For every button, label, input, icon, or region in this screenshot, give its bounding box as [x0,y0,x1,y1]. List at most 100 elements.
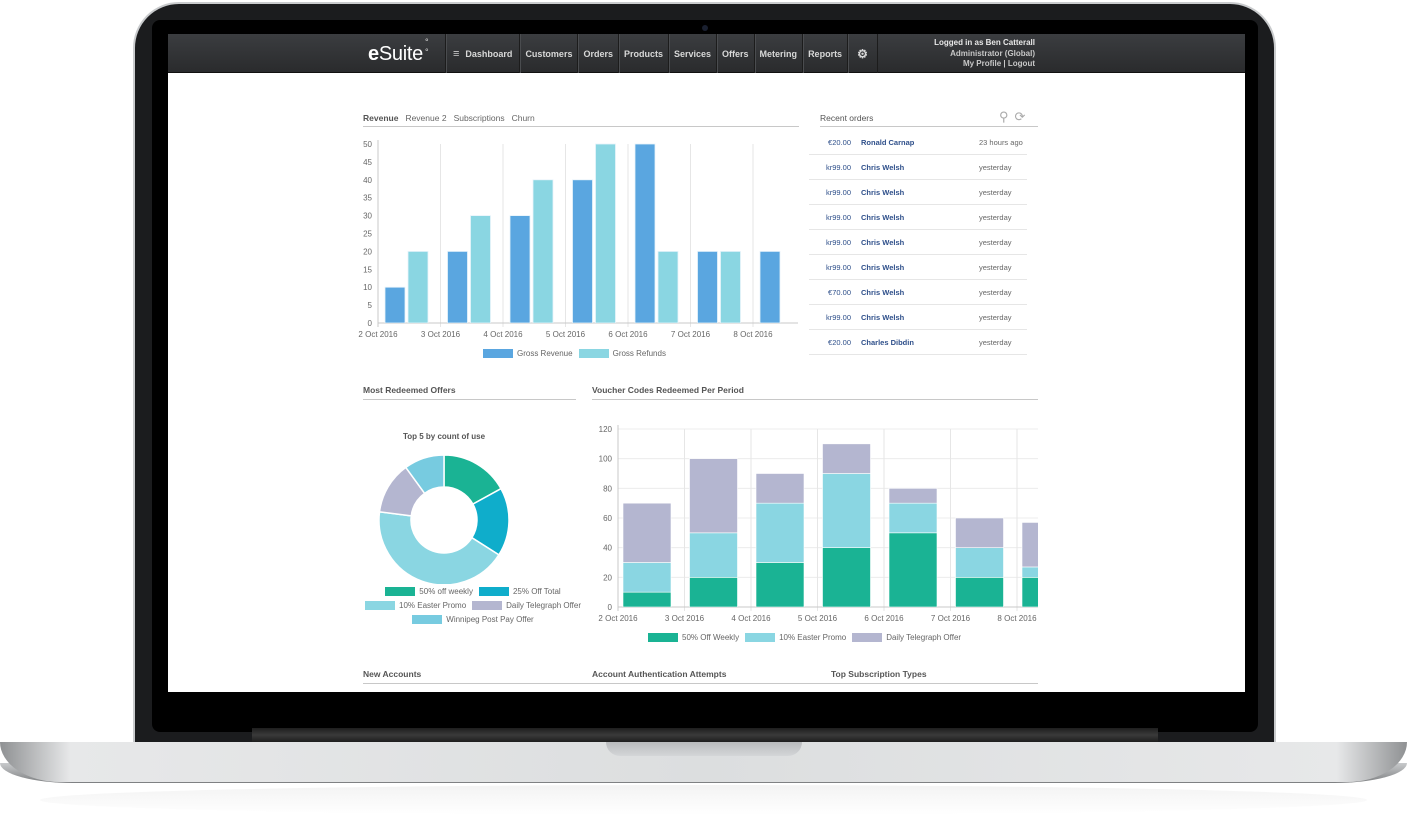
order-customer-link[interactable]: Chris Welsh [851,263,979,272]
tab-churn[interactable]: Churn [512,113,535,123]
order-amount: €20.00 [828,137,851,147]
user-name: Ben Catterall [985,38,1035,47]
order-customer-link[interactable]: Ronald Carnap [851,138,979,147]
order-time: yesterday [979,237,1012,247]
x-tick-label: 8 Oct 2016 [733,330,773,339]
order-customer-link[interactable]: Chris Welsh [851,288,979,297]
order-amount: €20.00 [828,337,851,347]
x-tick-label: 4 Oct 2016 [731,614,771,623]
bar-10-easter-promo [1021,566,1038,578]
legend-item-daily-telegraph-offer[interactable]: Daily Telegraph Offer [852,633,961,642]
y-tick-label: 30 [363,212,372,221]
nav-item-services[interactable]: Services [667,34,716,73]
legend-label: Gross Revenue [517,349,573,358]
order-customer-link[interactable]: Chris Welsh [851,238,979,247]
order-amount: kr99.00 [825,212,851,222]
order-row[interactable]: €20.00 Ronald Carnap 23 hours ago [809,130,1027,155]
bar-10-easter-promo [822,473,871,548]
legend-label: 50% Off Weekly [682,633,740,642]
order-customer-link[interactable]: Chris Welsh [851,313,979,322]
legend-item-gross-refunds[interactable]: Gross Refunds [578,349,666,358]
y-tick-label: 45 [363,158,372,167]
order-row[interactable]: kr99.00 Chris Welsh yesterday [809,205,1027,230]
recent-orders-list: €20.00 Ronald Carnap 23 hours ago kr99.00 Ch… [809,130,1027,355]
legend-swatch [478,587,509,596]
order-customer-link[interactable]: Chris Welsh [851,188,979,197]
logout-link[interactable]: Logout [1008,59,1035,68]
bar-50-off-weekly [955,577,1004,607]
bar-gross-refunds [595,143,616,323]
legend-swatch [385,587,416,596]
tab-subscriptions[interactable]: Subscriptions [454,113,505,123]
legend-item-50-off-weekly[interactable]: 50% off weekly [385,587,473,596]
x-tick-label: 3 Oct 2016 [665,614,705,623]
main-nav: ≡ Dashboard Customers Orders Products Service… [445,34,878,73]
order-row[interactable]: kr99.00 Chris Welsh yesterday [809,155,1027,180]
hamburger-icon: ≡ [453,47,460,60]
my-profile-link[interactable]: My Profile [963,59,1001,68]
legend-item-winnipeg-post-pay-offer[interactable]: Winnipeg Post Pay Offer [412,615,534,624]
recent-orders-title: Recent orders [820,113,874,123]
order-time: yesterday [979,162,1012,172]
voucher-codes-divider [592,399,1038,400]
bars [622,443,1038,607]
esuite-logo[interactable]: eSuite °° [368,37,428,66]
nav-item-dashboard[interactable]: ≡ Dashboard [445,34,519,73]
legend-item-gross-revenue[interactable]: Gross Revenue [483,349,573,358]
legend-swatch [745,633,776,642]
nav-label: Reports [808,48,843,59]
legend-item-50-off-weekly[interactable]: 50% Off Weekly [648,633,739,642]
legend-label: 10% Easter Promo [399,601,467,610]
nav-label: Dashboard [465,48,513,59]
refresh-icon[interactable]: ⟳ [1015,109,1026,125]
top-navigation-bar: eSuite °° ≡ Dashboard Customers Orders Produc… [168,34,1245,73]
order-row[interactable]: kr99.00 Chris Welsh yesterday [809,180,1027,205]
order-time: yesterday [979,212,1012,222]
order-row[interactable]: kr99.00 Chris Welsh yesterday [809,305,1027,330]
legend-item-10-easter-promo[interactable]: 10% Easter Promo [745,633,846,642]
offers-donut-chart: Top 5 by count of use [378,432,510,584]
order-time: yesterday [979,187,1012,197]
y-tick-label: 0 [368,319,373,328]
recent-orders-divider [820,126,1038,127]
bar-gross-refunds [720,251,741,323]
legend-item-10-easter-promo[interactable]: 10% Easter Promo [365,601,466,610]
gear-icon[interactable]: ⚙ [847,34,878,73]
nav-item-offers[interactable]: Offers [716,34,754,73]
order-row[interactable]: kr99.00 Chris Welsh yesterday [809,255,1027,280]
bar-daily-telegraph-offer [1021,522,1038,568]
legend-item-daily-telegraph-offer[interactable]: Daily Telegraph Offer [472,601,581,610]
offers-donut-legend: 50% off weekly 25% Off Total 10% Easter Pr… [363,587,583,624]
voucher-codes-title: Voucher Codes Redeemed Per Period [592,385,744,395]
nav-label: Metering [759,48,798,59]
order-row[interactable]: €70.00 Chris Welsh yesterday [809,280,1027,305]
bar-gross-revenue [759,251,781,323]
laptop-hinge [252,728,1158,742]
order-customer-link[interactable]: Charles Dibdin [851,338,979,347]
search-icon[interactable]: ⚲ [999,109,1009,125]
nav-item-products[interactable]: Products [617,34,668,73]
y-tick-label: 40 [363,176,372,185]
order-amount: kr99.00 [825,237,851,247]
order-row[interactable]: kr99.00 Chris Welsh yesterday [809,230,1027,255]
nav-item-customers[interactable]: Customers [519,34,577,73]
legend-swatch [472,601,503,610]
tab-revenue[interactable]: Revenue [363,113,398,123]
legend-item-25-off-total[interactable]: 25% Off Total [478,587,561,596]
nav-item-orders[interactable]: Orders [577,34,618,73]
bar-gross-revenue [634,143,656,323]
legend-swatch [852,633,883,642]
nav-item-metering[interactable]: Metering [753,34,803,73]
revenue-divider [363,126,799,127]
order-customer-link[interactable]: Chris Welsh [851,213,979,222]
order-row[interactable]: €20.00 Charles Dibdin yesterday [809,330,1027,355]
bar-daily-telegraph-offer [955,517,1004,548]
y-tick-label: 80 [603,484,612,493]
bar-10-easter-promo [888,502,938,534]
tab-revenue-2[interactable]: Revenue 2 [405,113,446,123]
order-customer-link[interactable]: Chris Welsh [851,163,979,172]
order-amount: kr99.00 [825,262,851,272]
nav-label: Products [623,48,663,59]
user-info: Logged in as Ben Catterall Administrator… [934,38,1035,68]
nav-item-reports[interactable]: Reports [802,34,847,73]
